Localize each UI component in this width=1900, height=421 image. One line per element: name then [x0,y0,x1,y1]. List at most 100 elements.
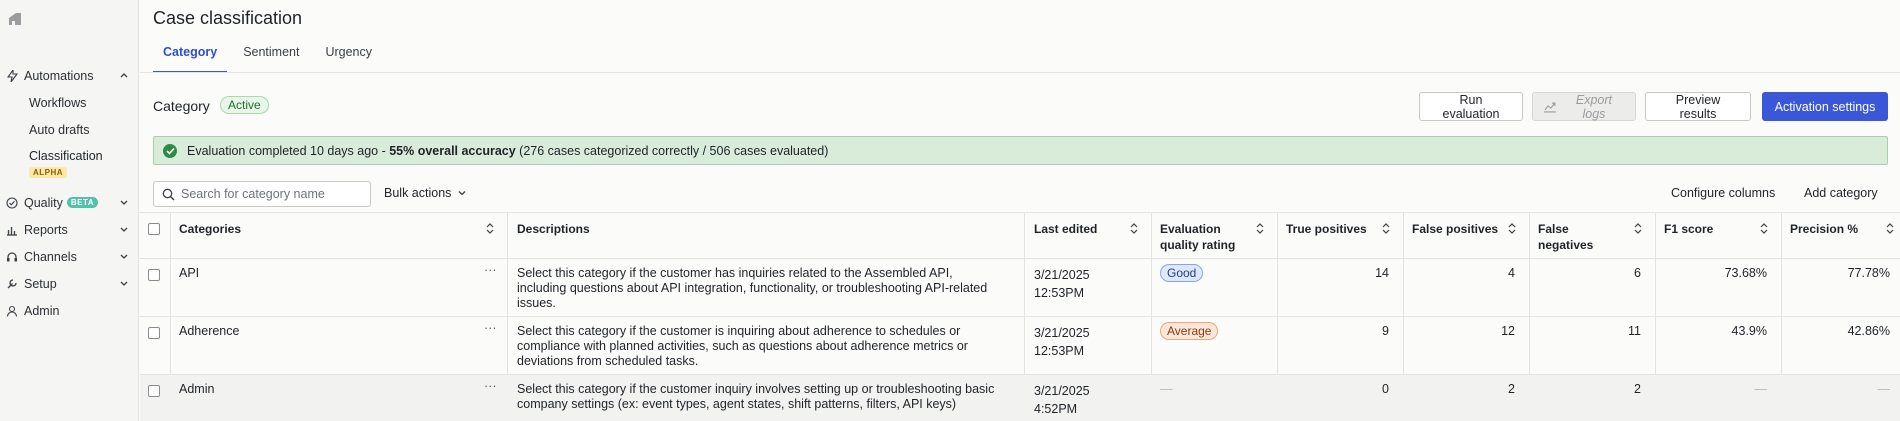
table-row[interactable]: API ··· Select this category if the cust… [140,258,1900,316]
header-line: False [1538,222,1569,236]
sidebar-item-auto-drafts[interactable]: Auto drafts [0,116,139,143]
category-name[interactable]: API [179,266,199,280]
quality-icon [6,196,18,209]
category-description: Select this category if the customer is … [517,324,968,369]
sort-icon[interactable] [1130,222,1138,235]
description-line: Select this category if the customer has… [517,266,953,280]
tab-urgency[interactable]: Urgency [315,42,382,73]
chevron-down-icon [120,200,128,205]
configure-columns-button[interactable]: Configure columns [1671,186,1775,200]
header-true-positives[interactable]: True positives [1286,222,1367,236]
page-title: Case classification [153,8,303,28]
evaluation-banner: Evaluation completed 10 days ago - 55% o… [153,136,1888,165]
export-icon [1543,101,1556,113]
add-category-button[interactable]: Add category [1804,186,1878,200]
sort-icon[interactable] [1760,222,1768,235]
last-edited: 3/21/2025 4:52PM [1034,382,1090,418]
header-false-negatives[interactable]: False negatives [1538,222,1593,252]
precision: 77.78% [1847,266,1890,280]
banner-suffix: (276 cases categorized correctly / 506 c… [515,143,829,158]
sort-icon[interactable] [1508,222,1516,235]
person-icon [6,305,18,317]
row-checkbox[interactable] [148,269,160,281]
activation-settings-button[interactable]: Activation settings [1762,92,1888,121]
search-field[interactable] [153,181,371,207]
false-negatives: 11 [1628,324,1641,338]
row-checkbox[interactable] [148,327,160,339]
header-false-positives[interactable]: False positives [1412,222,1498,236]
chevron-down-icon [458,191,466,196]
table-row[interactable]: Adherence ··· Select this category if th… [140,316,1900,374]
export-logs-button[interactable]: Export logs [1532,92,1636,121]
sidebar-item-label: Auto drafts [29,122,90,137]
quality-rating-badge: Good [1160,264,1204,282]
header-categories[interactable]: Categories [179,222,241,236]
sidebar-item-reports[interactable]: Reports [0,216,139,243]
description-line: issues. [517,296,556,310]
description-line: including questions about API integratio… [517,281,988,295]
chevron-up-icon [120,73,128,78]
more-actions-icon[interactable]: ··· [484,263,497,277]
more-actions-icon[interactable]: ··· [484,321,497,335]
sidebar-nav: Automations Workflows Auto drafts Classi… [0,62,139,324]
false-negatives: 6 [1634,266,1641,280]
select-all-checkbox[interactable] [148,223,160,235]
sidebar-item-setup[interactable]: Setup [0,270,139,297]
false-positives: 4 [1508,266,1515,280]
header-line: quality rating [1160,238,1236,252]
tab-sentiment[interactable]: Sentiment [233,42,309,73]
search-input[interactable] [181,187,361,201]
preview-results-button[interactable]: Preview results [1645,92,1751,121]
description-line: Select this category if the customer inq… [517,382,995,396]
sort-icon[interactable] [1382,222,1390,235]
description-line: Select this category if the customer is … [517,324,961,338]
false-positives: 2 [1508,382,1515,396]
category-name[interactable]: Adherence [179,324,239,338]
sidebar-item-label: Channels [24,249,77,264]
false-positives: 12 [1501,324,1515,338]
quality-rating-empty: — [1160,382,1173,396]
sort-icon[interactable] [1634,222,1642,235]
category-description: Select this category if the customer inq… [517,382,994,412]
f1-score: — [1754,382,1768,396]
tab-bar: Category Sentiment Urgency [153,42,388,73]
header-last-edited[interactable]: Last edited [1034,222,1097,236]
sidebar-item-quality[interactable]: Quality BETA [0,189,139,216]
last-edited-date: 3/21/2025 [1034,384,1090,398]
false-negatives: 2 [1634,382,1641,396]
sidebar-item-admin[interactable]: Admin [0,297,139,324]
sidebar-item-label: Quality [24,195,63,210]
row-checkbox[interactable] [148,385,160,397]
export-logs-label: Export logs [1575,92,1613,121]
headset-icon [6,251,18,263]
run-evaluation-button[interactable]: Run evaluation [1419,92,1523,121]
last-edited-date: 3/21/2025 [1034,268,1090,282]
sidebar-item-automations[interactable]: Automations [0,62,139,89]
bulk-actions-dropdown[interactable]: Bulk actions [384,186,467,200]
assembled-logo-icon[interactable] [6,10,24,28]
table-row[interactable]: Admin ··· Select this category if the cu… [140,374,1900,421]
check-circle-icon [163,143,177,158]
sidebar-item-label: Classification [29,149,103,163]
more-actions-icon[interactable]: ··· [484,379,497,393]
sort-icon[interactable] [486,222,494,235]
sort-icon[interactable] [1256,222,1264,235]
f1-score: 73.68% [1724,266,1767,280]
main-content: Case classification Category Sentiment U… [140,0,1900,421]
sidebar: Automations Workflows Auto drafts Classi… [0,0,139,421]
header-precision[interactable]: Precision % [1790,222,1858,236]
sidebar-item-channels[interactable]: Channels [0,243,139,270]
description-line: compliance with planned activities, such… [517,339,968,353]
sidebar-item-workflows[interactable]: Workflows [0,89,139,116]
section-title: Category [153,98,210,114]
category-name[interactable]: Admin [179,382,214,396]
sidebar-item-classification[interactable]: Classification ALPHA [0,143,139,189]
header-line: Evaluation [1160,222,1221,236]
header-f1-score[interactable]: F1 score [1664,222,1713,236]
sort-icon[interactable] [1886,222,1894,235]
sidebar-item-label: Automations [24,68,94,83]
last-edited: 3/21/2025 12:53PM [1034,324,1090,360]
header-evaluation-quality-rating[interactable]: Evaluation quality rating [1160,222,1235,252]
tab-category[interactable]: Category [153,42,228,73]
header-descriptions[interactable]: Descriptions [517,222,590,236]
